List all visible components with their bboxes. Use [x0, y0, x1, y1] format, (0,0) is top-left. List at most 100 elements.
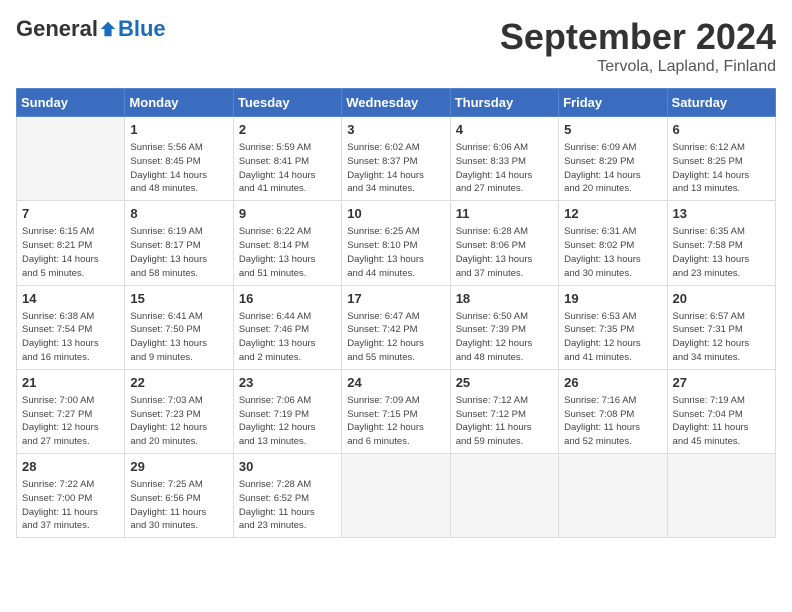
day-info: Sunrise: 6:31 AM Sunset: 8:02 PM Dayligh… [564, 225, 661, 280]
day-info: Sunrise: 6:25 AM Sunset: 8:10 PM Dayligh… [347, 225, 444, 280]
day-info: Sunrise: 6:57 AM Sunset: 7:31 PM Dayligh… [673, 310, 770, 365]
calendar-cell: 2 Sunrise: 5:59 AM Sunset: 8:41 PM Daylig… [233, 117, 341, 201]
calendar-cell: 16 Sunrise: 6:44 AM Sunset: 7:46 PM Dayli… [233, 285, 341, 369]
page-header: General Blue September 2024 Tervola, Lap… [16, 16, 776, 76]
day-number: 12 [564, 205, 661, 223]
day-info: Sunrise: 7:22 AM Sunset: 7:00 PM Dayligh… [22, 478, 119, 533]
day-header-saturday: Saturday [667, 89, 775, 117]
day-info: Sunrise: 5:59 AM Sunset: 8:41 PM Dayligh… [239, 141, 336, 196]
day-info: Sunrise: 6:38 AM Sunset: 7:54 PM Dayligh… [22, 310, 119, 365]
logo-icon [99, 20, 117, 38]
day-number: 23 [239, 374, 336, 392]
day-number: 18 [456, 290, 553, 308]
calendar-cell: 26Sunrise: 7:16 AM Sunset: 7:08 PM Dayli… [559, 369, 667, 453]
day-info: Sunrise: 7:28 AM Sunset: 6:52 PM Dayligh… [239, 478, 336, 533]
logo: General Blue [16, 16, 166, 42]
day-info: Sunrise: 6:12 AM Sunset: 8:25 PM Dayligh… [673, 141, 770, 196]
calendar-cell: 9Sunrise: 6:22 AM Sunset: 8:14 PM Daylig… [233, 201, 341, 285]
calendar-cell: 28 Sunrise: 7:22 AM Sunset: 7:00 PM Dayli… [17, 454, 125, 538]
calendar-cell [667, 454, 775, 538]
day-number: 13 [673, 205, 770, 223]
day-header-wednesday: Wednesday [342, 89, 450, 117]
calendar-cell: 18 Sunrise: 6:50 AM Sunset: 7:39 PM Dayli… [450, 285, 558, 369]
calendar-cell: 22 Sunrise: 7:03 AM Sunset: 7:23 PM Dayli… [125, 369, 233, 453]
calendar-cell: 6 Sunrise: 6:12 AM Sunset: 8:25 PM Daylig… [667, 117, 775, 201]
calendar-cell: 10 Sunrise: 6:25 AM Sunset: 8:10 PM Dayli… [342, 201, 450, 285]
day-info: Sunrise: 6:53 AM Sunset: 7:35 PM Dayligh… [564, 310, 661, 365]
day-info: Sunrise: 6:02 AM Sunset: 8:37 PM Dayligh… [347, 141, 444, 196]
calendar-cell [17, 117, 125, 201]
day-number: 29 [130, 458, 227, 476]
calendar-cell: 14 Sunrise: 6:38 AM Sunset: 7:54 PM Dayli… [17, 285, 125, 369]
title-area: September 2024 Tervola, Lapland, Finland [500, 16, 776, 76]
calendar-cell [342, 454, 450, 538]
calendar-cell [450, 454, 558, 538]
day-number: 2 [239, 121, 336, 139]
calendar-cell: 19 Sunrise: 6:53 AM Sunset: 7:35 PM Dayli… [559, 285, 667, 369]
day-info: Sunrise: 7:12 AM Sunset: 7:12 PM Dayligh… [456, 394, 553, 449]
day-info: Sunrise: 6:06 AM Sunset: 8:33 PM Dayligh… [456, 141, 553, 196]
day-number: 15 [130, 290, 227, 308]
day-info: Sunrise: 6:44 AM Sunset: 7:46 PM Dayligh… [239, 310, 336, 365]
day-header-monday: Monday [125, 89, 233, 117]
day-number: 20 [673, 290, 770, 308]
logo-blue-text: Blue [118, 16, 166, 42]
day-number: 5 [564, 121, 661, 139]
calendar-cell: 12 Sunrise: 6:31 AM Sunset: 8:02 PM Dayli… [559, 201, 667, 285]
calendar-row: 1 Sunrise: 5:56 AM Sunset: 8:45 PM Daylig… [17, 117, 776, 201]
day-number: 27 [673, 374, 770, 392]
day-info: Sunrise: 6:19 AM Sunset: 8:17 PM Dayligh… [130, 225, 227, 280]
day-info: Sunrise: 5:56 AM Sunset: 8:45 PM Dayligh… [130, 141, 227, 196]
day-number: 26 [564, 374, 661, 392]
day-info: Sunrise: 7:06 AM Sunset: 7:19 PM Dayligh… [239, 394, 336, 449]
day-number: 1 [130, 121, 227, 139]
calendar-cell: 3Sunrise: 6:02 AM Sunset: 8:37 PM Daylig… [342, 117, 450, 201]
day-number: 30 [239, 458, 336, 476]
day-info: Sunrise: 7:09 AM Sunset: 7:15 PM Dayligh… [347, 394, 444, 449]
day-header-thursday: Thursday [450, 89, 558, 117]
day-info: Sunrise: 7:00 AM Sunset: 7:27 PM Dayligh… [22, 394, 119, 449]
calendar-cell: 21 Sunrise: 7:00 AM Sunset: 7:27 PM Dayli… [17, 369, 125, 453]
day-header-sunday: Sunday [17, 89, 125, 117]
calendar-row: 28 Sunrise: 7:22 AM Sunset: 7:00 PM Dayli… [17, 454, 776, 538]
day-number: 14 [22, 290, 119, 308]
day-number: 7 [22, 205, 119, 223]
day-info: Sunrise: 6:09 AM Sunset: 8:29 PM Dayligh… [564, 141, 661, 196]
calendar-cell: 7Sunrise: 6:15 AM Sunset: 8:21 PM Daylig… [17, 201, 125, 285]
day-number: 11 [456, 205, 553, 223]
month-title: September 2024 [500, 16, 776, 58]
day-header-tuesday: Tuesday [233, 89, 341, 117]
calendar-cell: 13 Sunrise: 6:35 AM Sunset: 7:58 PM Dayli… [667, 201, 775, 285]
day-number: 21 [22, 374, 119, 392]
day-number: 17 [347, 290, 444, 308]
day-number: 6 [673, 121, 770, 139]
calendar-row: 21 Sunrise: 7:00 AM Sunset: 7:27 PM Dayli… [17, 369, 776, 453]
day-info: Sunrise: 7:03 AM Sunset: 7:23 PM Dayligh… [130, 394, 227, 449]
calendar-cell: 5 Sunrise: 6:09 AM Sunset: 8:29 PM Daylig… [559, 117, 667, 201]
calendar-cell: 24 Sunrise: 7:09 AM Sunset: 7:15 PM Dayli… [342, 369, 450, 453]
day-info: Sunrise: 6:35 AM Sunset: 7:58 PM Dayligh… [673, 225, 770, 280]
day-number: 25 [456, 374, 553, 392]
calendar-cell: 15Sunrise: 6:41 AM Sunset: 7:50 PM Dayli… [125, 285, 233, 369]
day-number: 4 [456, 121, 553, 139]
calendar-cell: 20 Sunrise: 6:57 AM Sunset: 7:31 PM Dayli… [667, 285, 775, 369]
calendar-cell: 17Sunrise: 6:47 AM Sunset: 7:42 PM Dayli… [342, 285, 450, 369]
calendar-cell: 29Sunrise: 7:25 AM Sunset: 6:56 PM Dayli… [125, 454, 233, 538]
day-number: 10 [347, 205, 444, 223]
calendar-table: SundayMondayTuesdayWednesdayThursdayFrid… [16, 88, 776, 538]
day-number: 19 [564, 290, 661, 308]
day-number: 16 [239, 290, 336, 308]
day-number: 24 [347, 374, 444, 392]
calendar-cell: 8 Sunrise: 6:19 AM Sunset: 8:17 PM Daylig… [125, 201, 233, 285]
day-number: 8 [130, 205, 227, 223]
day-number: 28 [22, 458, 119, 476]
calendar-header-row: SundayMondayTuesdayWednesdayThursdayFrid… [17, 89, 776, 117]
calendar-cell: 25 Sunrise: 7:12 AM Sunset: 7:12 PM Dayli… [450, 369, 558, 453]
day-number: 22 [130, 374, 227, 392]
day-info: Sunrise: 6:50 AM Sunset: 7:39 PM Dayligh… [456, 310, 553, 365]
logo-general-text: General [16, 16, 98, 42]
calendar-cell: 23 Sunrise: 7:06 AM Sunset: 7:19 PM Dayli… [233, 369, 341, 453]
calendar-cell [559, 454, 667, 538]
calendar-row: 14 Sunrise: 6:38 AM Sunset: 7:54 PM Dayli… [17, 285, 776, 369]
day-info: Sunrise: 7:19 AM Sunset: 7:04 PM Dayligh… [673, 394, 770, 449]
